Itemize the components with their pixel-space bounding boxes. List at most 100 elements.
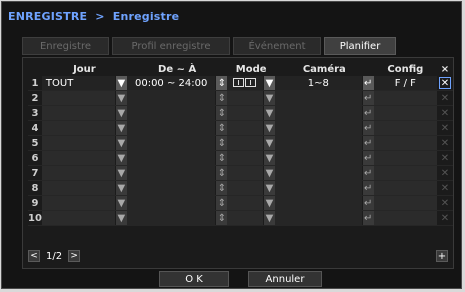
camera-field[interactable] [274,150,363,166]
stepper-icon[interactable]: ⇕ [215,76,228,91]
delete-row-button[interactable]: ✕ [437,135,453,151]
time-range-field[interactable] [126,120,216,136]
delete-row-button[interactable]: ✕ [437,180,453,196]
delete-row-button[interactable]: ✕ [437,90,453,106]
time-range-field[interactable] [126,165,216,181]
chevron-down-icon[interactable]: ▼ [114,105,127,121]
config-field[interactable] [373,150,437,166]
config-field[interactable] [373,135,437,151]
config-field[interactable]: F / F [373,76,437,91]
chevron-down-icon[interactable]: ▼ [114,76,127,91]
camera-field[interactable] [274,210,363,226]
delete-row-button[interactable]: ✕ [437,76,453,91]
stepper-icon[interactable]: ⇕ [215,90,228,106]
enter-icon[interactable]: ↵ [361,165,374,181]
enter-icon[interactable]: ↵ [361,180,374,196]
day-select[interactable] [41,195,116,211]
stepper-icon[interactable]: ⇕ [215,150,228,166]
chevron-down-icon[interactable]: ▼ [114,90,127,106]
cancel-button[interactable]: Annuler [248,271,322,287]
time-range-field[interactable] [126,210,216,226]
enter-icon[interactable]: ↵ [361,135,374,151]
delete-row-button[interactable]: ✕ [437,195,453,211]
chevron-down-icon[interactable]: ▼ [263,195,275,211]
enter-icon[interactable]: ↵ [361,90,374,106]
enter-icon[interactable]: ↵ [361,120,374,136]
day-select[interactable] [41,165,116,181]
config-field[interactable] [373,165,437,181]
day-select[interactable] [41,150,116,166]
chevron-down-icon[interactable]: ▼ [114,165,127,181]
camera-field[interactable] [274,165,363,181]
mode-select[interactable] [227,150,264,166]
enter-icon[interactable]: ↵ [361,105,374,121]
chevron-down-icon[interactable]: ▼ [114,150,127,166]
stepper-icon[interactable]: ⇕ [215,195,228,211]
camera-field[interactable] [274,180,363,196]
time-range-field[interactable] [126,90,216,106]
camera-field[interactable] [274,195,363,211]
chevron-down-icon[interactable]: ▼ [114,195,127,211]
chevron-down-icon[interactable]: ▼ [114,180,127,196]
next-page-button[interactable]: > [68,250,81,262]
stepper-icon[interactable]: ⇕ [215,105,228,121]
mode-select[interactable] [227,195,264,211]
delete-row-button[interactable]: ✕ [437,165,453,181]
chevron-down-icon[interactable]: ▼ [114,120,127,136]
add-row-button[interactable]: + [436,250,448,262]
chevron-down-icon[interactable]: ▼ [263,120,275,136]
enter-icon[interactable]: ↵ [361,76,374,91]
tab-enregistre[interactable]: Enregistre [22,37,109,55]
mode-select[interactable] [227,90,264,106]
time-range-field[interactable] [126,195,216,211]
chevron-down-icon[interactable]: ▼ [263,76,275,91]
stepper-icon[interactable]: ⇕ [215,180,228,196]
time-range-field[interactable] [126,180,216,196]
chevron-down-icon[interactable]: ▼ [263,210,275,226]
camera-field[interactable] [274,135,363,151]
tab-evenement[interactable]: Événement [233,37,321,55]
time-range-field[interactable]: 00:00 ~ 24:00 [126,76,216,91]
chevron-down-icon[interactable]: ▼ [114,210,127,226]
ok-button[interactable]: O K [159,271,229,287]
tab-planifier[interactable]: Planifier [324,37,396,55]
tab-profil-enregistre[interactable]: Profil enregistre [112,37,230,55]
mode-select[interactable] [227,165,264,181]
day-select[interactable] [41,105,116,121]
delete-row-button[interactable]: ✕ [437,105,453,121]
mode-select[interactable] [227,76,264,91]
time-range-field[interactable] [126,135,216,151]
mode-select[interactable] [227,210,264,226]
stepper-icon[interactable]: ⇕ [215,165,228,181]
chevron-down-icon[interactable]: ▼ [263,150,275,166]
time-range-field[interactable] [126,105,216,121]
chevron-down-icon[interactable]: ▼ [263,180,275,196]
enter-icon[interactable]: ↵ [361,210,374,226]
chevron-down-icon[interactable]: ▼ [263,135,275,151]
chevron-down-icon[interactable]: ▼ [114,135,127,151]
time-range-field[interactable] [126,150,216,166]
config-field[interactable] [373,105,437,121]
mode-select[interactable] [227,180,264,196]
enter-icon[interactable]: ↵ [361,195,374,211]
day-select[interactable] [41,180,116,196]
stepper-icon[interactable]: ⇕ [215,210,228,226]
delete-row-button[interactable]: ✕ [437,150,453,166]
camera-field[interactable] [274,120,363,136]
chevron-down-icon[interactable]: ▼ [263,105,275,121]
mode-select[interactable] [227,135,264,151]
chevron-down-icon[interactable]: ▼ [263,165,275,181]
chevron-down-icon[interactable]: ▼ [263,90,275,106]
stepper-icon[interactable]: ⇕ [215,135,228,151]
mode-select[interactable] [227,120,264,136]
day-select[interactable]: TOUT [41,76,116,91]
camera-field[interactable]: 1~8 [274,76,363,91]
config-field[interactable] [373,195,437,211]
stepper-icon[interactable]: ⇕ [215,120,228,136]
delete-row-button[interactable]: ✕ [437,210,453,226]
day-select[interactable] [41,135,116,151]
config-field[interactable] [373,90,437,106]
camera-field[interactable] [274,90,363,106]
day-select[interactable] [41,90,116,106]
config-field[interactable] [373,210,437,226]
